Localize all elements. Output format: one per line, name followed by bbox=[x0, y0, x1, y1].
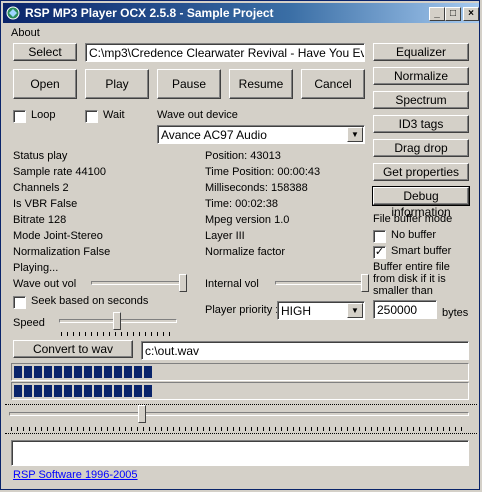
smart-buffer-checkbox[interactable]: ✓ bbox=[373, 246, 386, 259]
convert-to-wav-button[interactable]: Convert to wav bbox=[13, 340, 133, 358]
wave-out-vol-label: Wave out vol bbox=[13, 278, 77, 290]
internal-vol-thumb[interactable] bbox=[361, 274, 369, 292]
seek-based-label: Seek based on seconds bbox=[31, 295, 149, 307]
menu-bar: About bbox=[11, 27, 40, 39]
debug-information-button[interactable]: Debug information bbox=[372, 186, 470, 219]
title-bar[interactable]: RSP MP3 Player OCX 2.5.8 - Sample Projec… bbox=[3, 3, 479, 23]
progress-bar-2 bbox=[11, 382, 469, 400]
time-text: Time: 00:02:38 bbox=[205, 198, 278, 210]
player-priority-select[interactable]: HIGH ▼ bbox=[277, 301, 365, 320]
main-window: RSP MP3 Player OCX 2.5.8 - Sample Projec… bbox=[0, 0, 480, 490]
close-button[interactable]: × bbox=[463, 7, 479, 21]
play-button[interactable]: Play bbox=[85, 69, 149, 99]
seek-based-checkbox[interactable] bbox=[13, 296, 26, 309]
window-title: RSP MP3 Player OCX 2.5.8 - Sample Projec… bbox=[25, 6, 274, 20]
internal-vol-label: Internal vol bbox=[205, 278, 259, 290]
speed-thumb[interactable] bbox=[113, 312, 121, 330]
wait-checkbox[interactable] bbox=[85, 110, 98, 123]
wait-label: Wait bbox=[103, 109, 125, 121]
no-buffer-label: No buffer bbox=[391, 229, 437, 241]
mpeg-version-text: Mpeg version 1.0 bbox=[205, 214, 290, 226]
maximize-button[interactable]: □ bbox=[445, 7, 461, 21]
is-vbr-text: Is VBR False bbox=[13, 198, 78, 210]
buffer-size-field[interactable]: 250000 bbox=[373, 300, 437, 319]
time-position-text: Time Position: 00:00:43 bbox=[205, 166, 321, 178]
file-buffer-mode-label: File buffer mode bbox=[373, 213, 453, 225]
spectrum-button[interactable]: Spectrum bbox=[373, 91, 469, 109]
equalizer-button[interactable]: Equalizer bbox=[373, 43, 469, 61]
player-priority-label: Player priority : bbox=[205, 304, 279, 316]
pause-button[interactable]: Pause bbox=[157, 69, 221, 99]
convert-output-field[interactable]: c:\out.wav bbox=[141, 341, 469, 360]
minimize-button[interactable]: _ bbox=[429, 7, 445, 21]
file-path-field[interactable]: C:\mp3\Credence Clearwater Revival - Hav… bbox=[85, 43, 365, 62]
wave-device-value: Avance AC97 Audio bbox=[161, 128, 267, 142]
bitrate-text: Bitrate 128 bbox=[13, 214, 67, 226]
select-button[interactable]: Select bbox=[13, 43, 77, 61]
output-text-area[interactable] bbox=[11, 440, 469, 466]
smart-buffer-label: Smart buffer bbox=[391, 245, 452, 257]
loop-label: Loop bbox=[31, 109, 56, 121]
seek-thumb[interactable] bbox=[138, 405, 146, 423]
status-text: Status play bbox=[13, 150, 68, 162]
resume-button[interactable]: Resume bbox=[229, 69, 293, 99]
progress-bar-2-fill bbox=[14, 385, 154, 397]
progress-bar-1 bbox=[11, 363, 469, 381]
cancel-button[interactable]: Cancel bbox=[301, 69, 365, 99]
normalize-factor-text: Normalize factor bbox=[205, 246, 286, 258]
playing-text: Playing... bbox=[13, 262, 59, 274]
player-priority-value: HIGH bbox=[281, 304, 311, 318]
mode-text: Mode Joint-Stereo bbox=[13, 230, 103, 242]
buffer-description: Buffer entire file from disk if it is sm… bbox=[373, 261, 450, 297]
normalization-text: Normalization False bbox=[13, 246, 111, 258]
id3-tags-button[interactable]: ID3 tags bbox=[373, 115, 469, 133]
drag-drop-button[interactable]: Drag drop bbox=[373, 139, 469, 157]
chevron-down-icon[interactable]: ▼ bbox=[347, 303, 363, 318]
buffer-unit-label: bytes bbox=[442, 307, 469, 319]
chevron-down-icon[interactable]: ▼ bbox=[347, 127, 363, 142]
wave-device-select[interactable]: Avance AC97 Audio ▼ bbox=[157, 125, 365, 144]
channels-text: Channels 2 bbox=[13, 182, 69, 194]
no-buffer-checkbox[interactable] bbox=[373, 230, 386, 243]
sample-rate-text: Sample rate 44100 bbox=[13, 166, 106, 178]
progress-bar-1-fill bbox=[14, 366, 154, 378]
normalize-button[interactable]: Normalize bbox=[373, 67, 469, 85]
wave-device-label: Wave out device bbox=[157, 109, 238, 121]
layer-text: Layer III bbox=[205, 230, 245, 242]
loop-checkbox[interactable] bbox=[13, 110, 26, 123]
app-icon bbox=[6, 6, 20, 20]
open-button[interactable]: Open bbox=[13, 69, 77, 99]
milliseconds-text: Milliseconds: 158388 bbox=[205, 182, 308, 194]
get-properties-button[interactable]: Get properties bbox=[373, 163, 469, 181]
speed-label: Speed bbox=[13, 317, 45, 329]
wave-out-vol-thumb[interactable] bbox=[179, 274, 187, 292]
position-text: Position: 43013 bbox=[205, 150, 281, 162]
menu-about[interactable]: About bbox=[11, 27, 40, 39]
rsp-software-link[interactable]: RSP Software 1996-2005 bbox=[13, 469, 138, 481]
